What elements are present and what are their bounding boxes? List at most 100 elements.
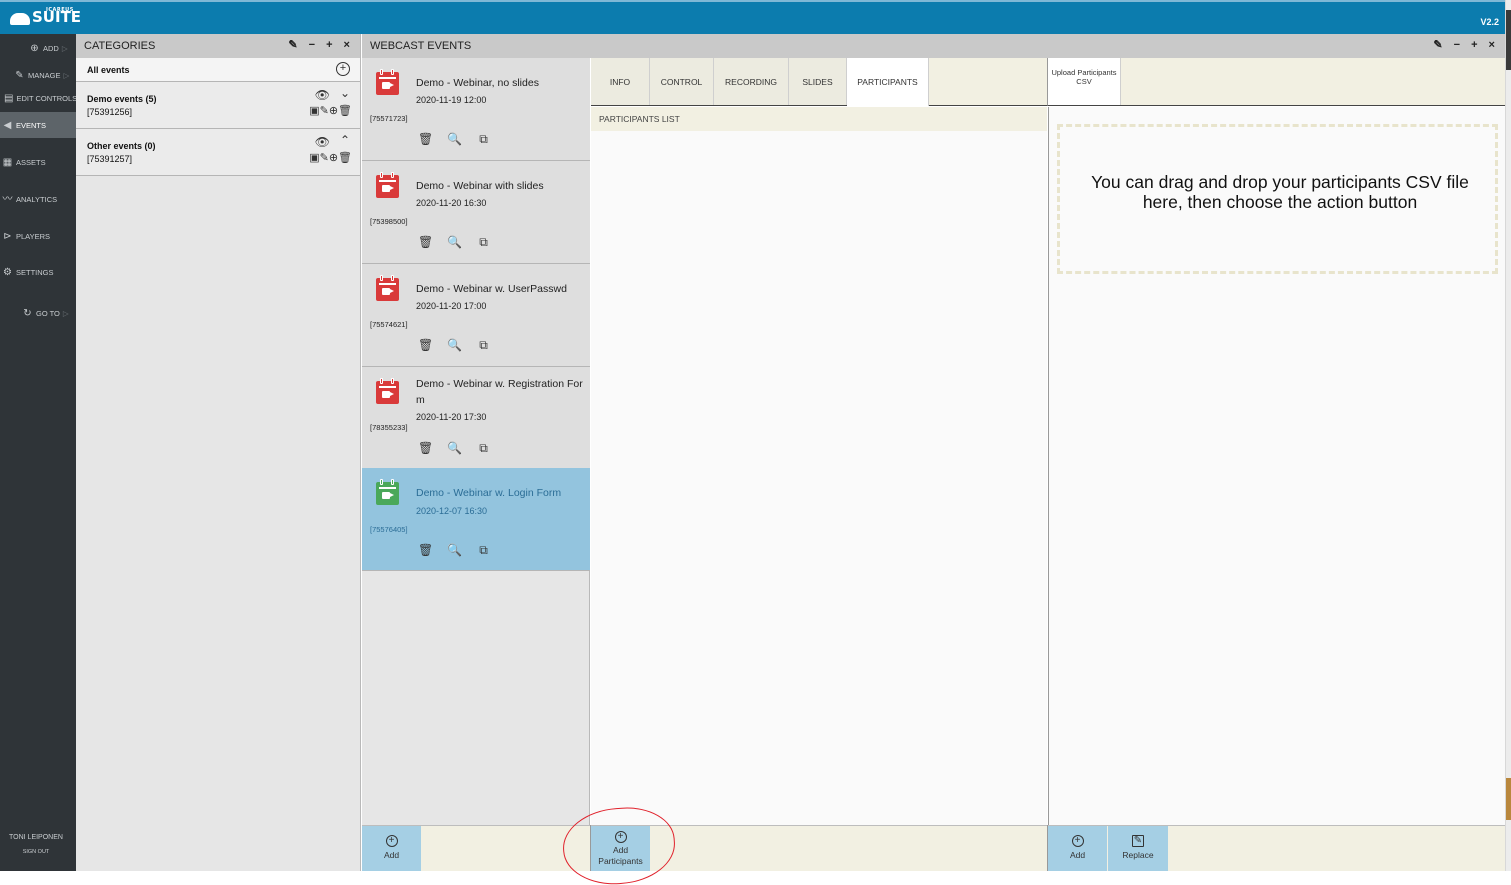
plus-circle-icon: +	[614, 831, 627, 843]
nav-item-players[interactable]: ⊳ PLAYERS	[0, 225, 76, 247]
category-all-events[interactable]: All events +	[76, 58, 360, 82]
nav-item-settings[interactable]: ⚙ SETTINGS	[0, 261, 76, 283]
tab-recording[interactable]: RECORDING	[714, 58, 789, 105]
copy-icon[interactable]: ⧉	[476, 441, 491, 456]
event-date: 2020-11-20 17:30	[416, 412, 487, 422]
event-item[interactable]: Demo - Webinar, no slides 2020-11-19 12:…	[362, 58, 590, 161]
preview-icon[interactable]: 🔍	[447, 132, 462, 147]
nav-item-analytics[interactable]: 〰 ANALYTICS	[0, 188, 76, 210]
nav-item-events[interactable]: ◀ EVENTS	[0, 112, 76, 138]
drop-zone-text: You can drag and drop your participants …	[1091, 172, 1469, 212]
trash-icon[interactable]: 🗑	[418, 543, 433, 558]
webcast-events-header: WEBCAST EVENTS ✎ − + ×	[362, 34, 1505, 58]
megaphone-icon: ◀	[3, 119, 12, 131]
event-item[interactable]: Demo - Webinar w. Registration Form 2020…	[362, 367, 590, 470]
nav-label-add: ADD	[43, 43, 59, 53]
preview-icon[interactable]: 🔍	[447, 543, 462, 558]
category-action-icons[interactable]: ▣✎⊕🗑	[309, 151, 352, 164]
event-date: 2020-11-19 12:00	[416, 95, 487, 105]
categories-panel-controls[interactable]: ✎ − + ×	[288, 38, 354, 51]
nav-label-edit-controls: EDIT CONTROLS	[16, 93, 78, 103]
chart-line-icon: 〰	[2, 193, 13, 205]
category-name: Demo events (5)	[87, 94, 157, 104]
chevron-right-icon: ▷	[63, 70, 70, 80]
csv-drop-area: You can drag and drop your participants …	[1048, 107, 1505, 825]
chevrons-up-icon[interactable]: ⌃	[340, 133, 350, 147]
bottom-action-bar: + Add + Add Participants + Add ✎ Replace	[362, 825, 1505, 872]
scrollbar-marker	[1506, 778, 1511, 820]
scrollbar-thumb[interactable]	[1506, 10, 1511, 70]
tab-upload-participants-csv[interactable]: Upload Participants CSV	[1048, 58, 1121, 105]
event-date: 2020-11-20 16:30	[416, 198, 487, 208]
events-list: Demo - Webinar, no slides 2020-11-19 12:…	[362, 58, 590, 825]
upload-add-button[interactable]: + Add	[1048, 826, 1107, 872]
nav-label-goto: GO TO	[36, 308, 60, 318]
trash-icon[interactable]: 🗑	[418, 132, 433, 147]
chevron-right-icon: ▷	[62, 308, 69, 318]
divider	[590, 825, 591, 871]
divider	[1047, 825, 1048, 871]
replace-button[interactable]: ✎ Replace	[1108, 826, 1168, 872]
event-id: [75398500]	[370, 217, 408, 226]
event-title: Demo - Webinar, no slides	[416, 77, 539, 89]
nav-label-players: PLAYERS	[16, 231, 51, 241]
category-name: Other events (0)	[87, 141, 156, 151]
copy-icon[interactable]: ⧉	[476, 132, 491, 147]
event-item-selected[interactable]: Demo - Webinar w. Login Form 2020-12-07 …	[362, 468, 590, 571]
add-event-button[interactable]: + Add	[362, 826, 421, 872]
edit-icon: ✎	[15, 69, 24, 81]
tab-slides[interactable]: SLIDES	[789, 58, 847, 105]
preview-icon[interactable]: 🔍	[447, 338, 462, 353]
copy-icon[interactable]: ⧉	[476, 338, 491, 353]
nav-item-goto[interactable]: ↻ GO TO ▷	[0, 302, 76, 324]
nav-label-events: EVENTS	[16, 120, 47, 130]
gear-icon: ⚙	[3, 266, 12, 278]
category-action-icons[interactable]: ▣✎⊕🗑	[309, 104, 352, 117]
tab-info[interactable]: INFO	[591, 58, 650, 105]
categories-title: CATEGORIES	[84, 40, 156, 52]
event-item[interactable]: Demo - Webinar w. UserPasswd 2020-11-20 …	[362, 264, 590, 367]
app-logo: ICAREUS SUITE	[10, 7, 81, 25]
sign-out-link[interactable]: SIGN OUT	[0, 849, 72, 855]
event-actions: 🗑 🔍 ⧉	[418, 132, 491, 147]
nav-label-assets: ASSETS	[16, 157, 46, 167]
webcast-panel-controls[interactable]: ✎ − + ×	[1433, 38, 1499, 51]
event-item[interactable]: Demo - Webinar with slides 2020-11-20 16…	[362, 161, 590, 264]
upload-add-label: Add	[1069, 850, 1086, 860]
nav-item-manage[interactable]: ✎ MANAGE ▷	[0, 64, 76, 86]
app-window: ICAREUS SUITE V2.2 ⊕ ADD ▷ ✎ MANAGE ▷ ▤ …	[0, 0, 1511, 885]
brand-text: ICAREUS SUITE	[32, 7, 81, 25]
copy-icon[interactable]: ⧉	[476, 543, 491, 558]
trash-icon[interactable]: 🗑	[418, 441, 433, 456]
categories-panel: CATEGORIES ✎ − + × All events + Demo eve…	[76, 34, 361, 871]
webcast-events-title: WEBCAST EVENTS	[370, 40, 472, 52]
add-category-icon[interactable]: +	[336, 62, 350, 76]
participants-list-header: PARTICIPANTS LIST	[591, 107, 1047, 131]
tab-participants[interactable]: PARTICIPANTS	[847, 58, 929, 106]
preview-icon[interactable]: 🔍	[447, 235, 462, 250]
category-id: [75391257]	[87, 154, 133, 164]
nav-item-edit-controls[interactable]: ▤ EDIT CONTROLS	[0, 87, 78, 109]
category-row[interactable]: Other events (0) [75391257] 👁 ⌃ ▣✎⊕🗑	[76, 129, 360, 176]
eye-icon[interactable]: 👁	[315, 88, 330, 102]
csv-drop-zone[interactable]: You can drag and drop your participants …	[1057, 124, 1498, 274]
main-nav: ⊕ ADD ▷ ✎ MANAGE ▷ ▤ EDIT CONTROLS ◀ EVE…	[0, 34, 78, 871]
category-row[interactable]: Demo events (5) [75391256] 👁 ⌄ ▣✎⊕🗑	[76, 82, 360, 129]
play-circle-icon: ⊳	[3, 230, 12, 242]
plus-circle-icon: +	[385, 835, 398, 847]
trash-icon[interactable]: 🗑	[418, 235, 433, 250]
event-id: [75574621]	[370, 320, 408, 329]
eye-icon[interactable]: 👁	[315, 135, 330, 149]
nav-label-analytics: ANALYTICS	[16, 194, 58, 204]
nav-item-assets[interactable]: ▦ ASSETS	[0, 151, 76, 173]
tab-control[interactable]: CONTROL	[650, 58, 714, 105]
replace-label: Replace	[1122, 850, 1154, 860]
trash-icon[interactable]: 🗑	[418, 338, 433, 353]
nav-item-add[interactable]: ⊕ ADD ▷	[0, 37, 76, 59]
add-participants-button[interactable]: + Add Participants	[591, 826, 650, 872]
preview-icon[interactable]: 🔍	[447, 441, 462, 456]
event-actions: 🗑 🔍 ⧉	[418, 235, 491, 250]
window-scrollbar[interactable]	[1505, 0, 1511, 871]
chevrons-down-icon[interactable]: ⌄	[340, 86, 350, 100]
copy-icon[interactable]: ⧉	[476, 235, 491, 250]
